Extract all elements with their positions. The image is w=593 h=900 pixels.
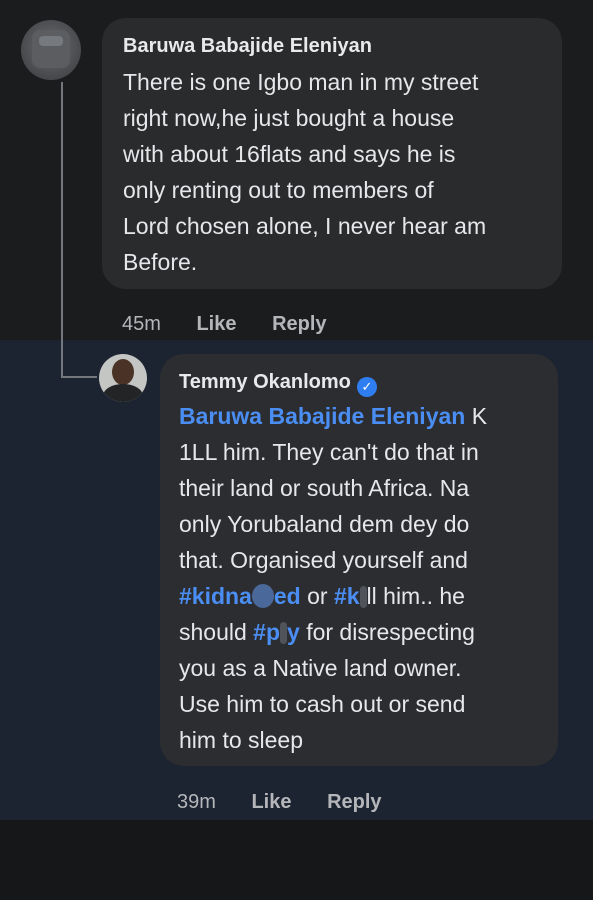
hashtag-fragment: #kidna [179, 583, 252, 609]
reply-text: Baruwa Babajide Eleniyan K 1LL him. They… [179, 398, 539, 758]
comment-timestamp[interactable]: 45m [122, 312, 161, 336]
thread-connector-horizontal [61, 376, 97, 378]
hashtag-fragment: ed [273, 583, 301, 609]
hashtag-link[interactable]: #kidna ed [179, 583, 301, 609]
avatar[interactable] [99, 354, 147, 402]
reply-line: that. Organised yourself and [179, 547, 468, 573]
reply-button[interactable]: Reply [272, 312, 326, 336]
redaction-blur [359, 586, 367, 608]
reply-line: Use him to cash out or send [179, 691, 466, 717]
reply-text-fragment: for disrespecting [299, 619, 475, 645]
reply-line: their land or south Africa. Na [179, 475, 470, 501]
reply-timestamp[interactable]: 39m [177, 790, 216, 814]
hashtag-link[interactable]: #p y [253, 619, 300, 645]
verified-badge-icon: ✓ [356, 377, 377, 397]
redaction-blur [280, 622, 288, 644]
reply-text-fragment: or [300, 583, 334, 609]
reply-text-fragment: should [179, 619, 254, 645]
profile-face [112, 359, 134, 385]
hashtag-fragment: #p [253, 619, 281, 645]
reply-line: you as a Native land owner. [179, 655, 462, 681]
comment-line: right now,he just bought a house [123, 105, 455, 131]
profile-picture [32, 30, 70, 68]
reply-line: 1LL him. They can't do that in [179, 439, 479, 465]
profile-body [103, 384, 143, 402]
reply-line: him to sleep [179, 727, 304, 753]
reply-button[interactable]: Reply [327, 790, 381, 814]
reply-line: #kidna ed or #k ll him.. he [179, 578, 539, 614]
comment-thread: Baruwa Babajide Eleniyan There is one Ig… [0, 0, 593, 900]
bottom-band [0, 820, 593, 900]
comment-line: with about 16flats and says he is [123, 141, 456, 167]
reply-author-name[interactable]: Temmy Okanlomo [179, 371, 351, 393]
hashtag-link[interactable]: #k [334, 583, 360, 609]
redaction-blur [251, 584, 274, 608]
thread-connector-vertical [61, 82, 63, 378]
avatar[interactable] [21, 20, 81, 80]
reply-line: only Yorubaland dem dey do [179, 511, 470, 537]
comment-line: Before. [123, 249, 198, 275]
comment-line: only renting out to members of [123, 177, 434, 203]
comment-author-name[interactable]: Baruwa Babajide Eleniyan [123, 34, 372, 58]
reply-line: should #p y for disrespecting [179, 614, 539, 650]
reply-line: Baruwa Babajide Eleniyan K [179, 398, 539, 434]
comment-line: Lord chosen alone, I never hear am [123, 213, 487, 239]
reply-text-fragment: ll him.. he [366, 583, 465, 609]
like-button[interactable]: Like [196, 312, 236, 336]
reply-actions: 39m Like Reply [177, 790, 382, 814]
mention-link[interactable]: Baruwa Babajide Eleniyan [179, 403, 465, 429]
hashtag-fragment: y [287, 619, 300, 645]
reply-text-fragment: K [465, 403, 488, 429]
reply-author: Temmy Okanlomo ✓ [179, 370, 377, 397]
comment-line: There is one Igbo man in my street [123, 69, 479, 95]
comment-text: There is one Igbo man in my street right… [123, 64, 543, 280]
like-button[interactable]: Like [251, 790, 291, 814]
comment-actions: 45m Like Reply [122, 312, 327, 336]
